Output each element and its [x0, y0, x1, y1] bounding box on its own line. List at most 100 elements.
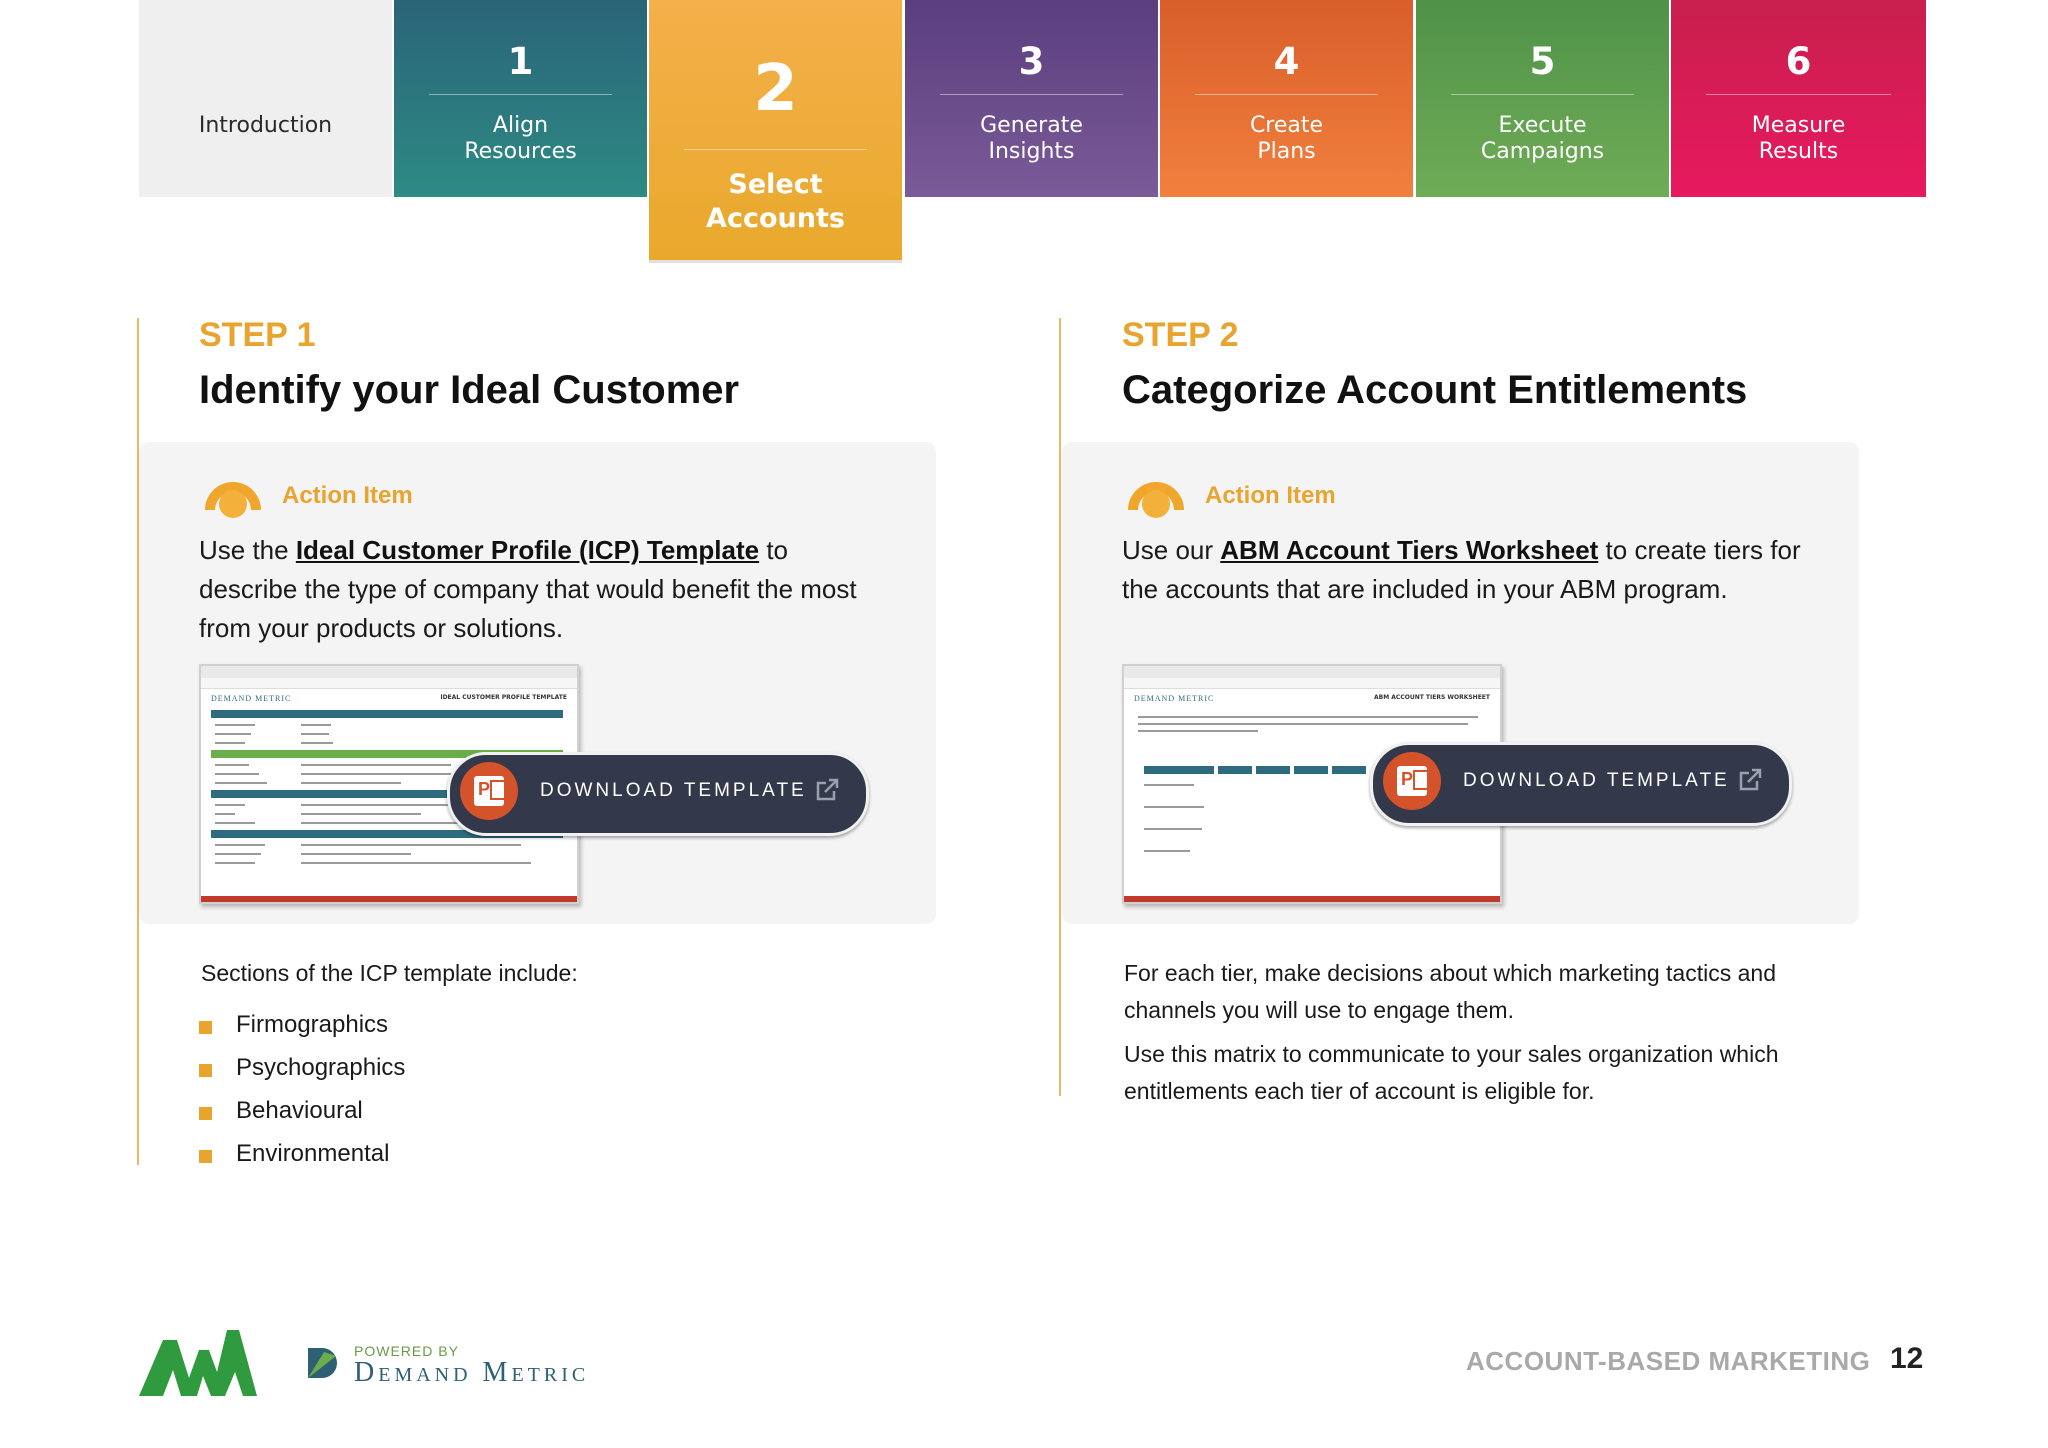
thumb-toolbar [201, 678, 577, 689]
thumb-brand: DEMAND METRIC [211, 694, 292, 703]
thumb-header-cell [1144, 766, 1214, 774]
thumb-title: ABM ACCOUNT TIERS WORKSHEET [1374, 694, 1490, 701]
step2-paragraph-1: For each tier, make decisions about whic… [1124, 960, 1776, 1023]
thumb-header-cell [1294, 766, 1328, 774]
tab-divider [1451, 94, 1634, 95]
list-item: Firmographics [199, 1010, 405, 1053]
step-navigation: Introduction 1 Align Resources 2 Select … [139, 0, 1926, 265]
step2-paragraph-2: Use this matrix to communicate to your s… [1124, 1041, 1779, 1104]
bullet-square-icon [199, 1150, 212, 1163]
thumb-title: IDEAL CUSTOMER PROFILE TEMPLATE [440, 694, 567, 701]
download-label: DOWNLOAD TEMPLATE [540, 780, 807, 801]
thumb-line [1144, 806, 1204, 808]
thumb-header-cell [1332, 766, 1366, 774]
powerpoint-icon: P [1383, 752, 1441, 810]
tab-label: Create Plans [1249, 113, 1324, 164]
tab-align-resources[interactable]: 1 Align Resources [394, 0, 647, 197]
thumb-line [1144, 850, 1190, 852]
tab-label: Generate Insights [980, 113, 1083, 164]
thumb-line [301, 724, 331, 726]
list-item: Behavioural [199, 1096, 405, 1139]
bullet-square-icon [199, 1107, 212, 1120]
tab-divider [1706, 94, 1891, 95]
thumb-line [301, 813, 421, 815]
bullet-square-icon [199, 1064, 212, 1077]
tab-divider [684, 149, 867, 150]
step2-action-box: Action Item Use our ABM Account Tiers Wo… [1062, 442, 1859, 924]
tab-number: 3 [1018, 40, 1045, 83]
powerpoint-icon: P [460, 762, 518, 820]
icp-sections-list: Firmographics Psychographics Behavioural… [199, 1010, 405, 1182]
tab-number: 6 [1785, 40, 1812, 83]
step2-title: Categorize Account Entitlements [1122, 368, 1748, 412]
step2-download-template-button[interactable]: P DOWNLOAD TEMPLATE [1370, 742, 1792, 826]
step2-kicker: STEP 2 [1122, 316, 1239, 354]
tab-measure-results[interactable]: 6 Measure Results [1671, 0, 1926, 197]
list-item-label: Firmographics [236, 1011, 389, 1038]
step1-download-template-button[interactable]: P DOWNLOAD TEMPLATE [447, 752, 869, 836]
thumb-section-demographics [211, 710, 563, 718]
tab-label: Introduction [198, 113, 333, 138]
thumb-line [1144, 784, 1194, 786]
thumb-toolbar [1124, 678, 1500, 689]
tab-generate-insights[interactable]: 3 Generate Insights [905, 0, 1158, 197]
tab-divider [940, 94, 1123, 95]
thumb-line [301, 773, 461, 775]
thumb-line [1144, 828, 1202, 830]
thumb-line [215, 813, 235, 815]
thumb-line [301, 733, 329, 735]
thumb-line [301, 853, 411, 855]
powerpoint-icon-letter: P [478, 779, 491, 799]
thumb-sheet-tabs [1124, 896, 1500, 902]
thumb-line [215, 804, 245, 806]
demand-metric-logo [308, 1348, 337, 1378]
thumb-line [215, 742, 245, 744]
thumb-header-cell [1218, 766, 1252, 774]
action-item-label: Action Item [1205, 482, 1336, 509]
thumb-sheet-tabs [201, 896, 577, 902]
action-item-icon [1128, 482, 1184, 518]
external-link-icon [816, 778, 839, 801]
abm-worksheet-link[interactable]: ABM Account Tiers Worksheet [1220, 535, 1598, 565]
thumb-line [301, 822, 471, 824]
action-item-icon [205, 482, 261, 518]
thumb-line [1138, 723, 1468, 725]
bullet-square-icon [199, 1021, 212, 1034]
demand-metric-wordmark: Demand Metric [354, 1357, 590, 1388]
icp-template-link[interactable]: Ideal Customer Profile (ICP) Template [296, 535, 759, 565]
thumb-line [215, 853, 261, 855]
thumb-brand: DEMAND METRIC [1134, 694, 1215, 703]
tab-create-plans[interactable]: 4 Create Plans [1160, 0, 1413, 197]
step1-text-before: Use the [199, 535, 296, 565]
thumb-line [301, 764, 451, 766]
ana-logo [139, 1330, 257, 1396]
tab-label: Select Accounts [706, 169, 845, 234]
list-item: Environmental [199, 1139, 405, 1182]
thumb-line [301, 862, 531, 864]
step1-title: Identify your Ideal Customer [199, 368, 740, 412]
thumb-line [215, 764, 249, 766]
footer-title: ACCOUNT-BASED MARKETING [1466, 1346, 1871, 1376]
step1-kicker: STEP 1 [199, 316, 316, 354]
thumb-line [1138, 716, 1478, 718]
thumb-line [301, 844, 521, 846]
tab-label: Align Resources [464, 113, 577, 164]
download-label: DOWNLOAD TEMPLATE [1463, 770, 1730, 791]
tab-divider [429, 94, 612, 95]
step2-text-before: Use our [1122, 535, 1221, 565]
thumb-line [215, 782, 267, 784]
thumb-line [215, 862, 255, 864]
powerpoint-icon-slide [490, 780, 506, 800]
external-link-icon [1739, 768, 1762, 791]
tab-introduction[interactable]: Introduction [139, 0, 392, 197]
thumb-line [215, 724, 255, 726]
tab-number: 2 [753, 52, 798, 126]
list-item-label: Psychographics [236, 1054, 406, 1081]
list-item-label: Environmental [236, 1140, 390, 1167]
step2-action-text: Use our ABM Account Tiers Worksheet to c… [1122, 531, 1832, 609]
tab-select-accounts[interactable]: 2 Select Accounts [649, 0, 902, 260]
thumb-line [301, 742, 333, 744]
tab-execute-campaigns[interactable]: 5 Execute Campaigns [1416, 0, 1669, 197]
page-number: 12 [1890, 1342, 1924, 1375]
powerpoint-icon-letter: P [1401, 769, 1414, 789]
